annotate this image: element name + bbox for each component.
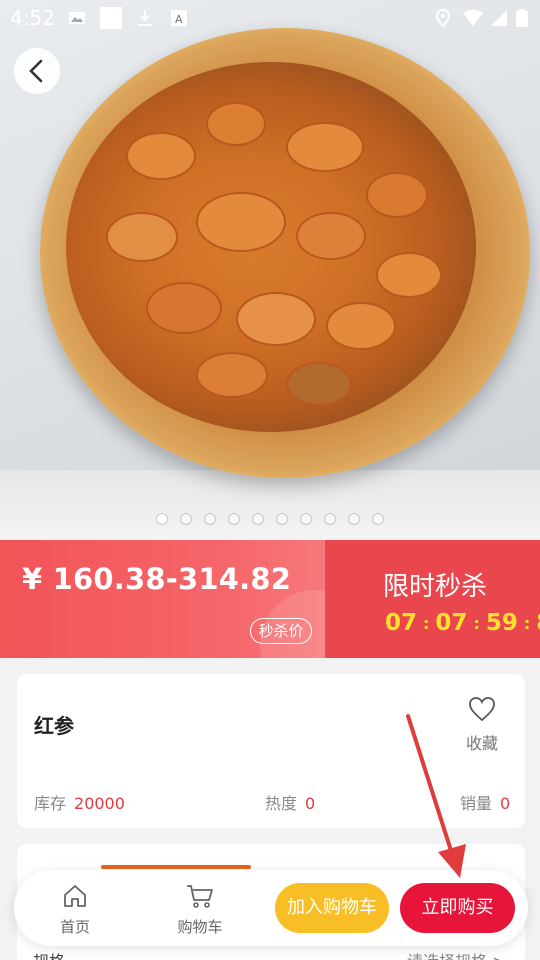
carousel-dot[interactable] [204, 513, 216, 525]
carousel-dot[interactable] [372, 513, 384, 525]
location-icon [435, 9, 451, 27]
bottom-action-bar: 首页 购物车 加入购物车 立即购买 [14, 870, 528, 946]
nav-home-label: 首页 [59, 918, 90, 936]
wifi-icon [463, 9, 483, 26]
countdown-seconds: 59 [485, 610, 518, 636]
carousel-dot[interactable] [348, 513, 360, 525]
image-icon [69, 12, 85, 24]
active-tab-indicator [101, 865, 251, 869]
favorite-button[interactable]: 收藏 [457, 696, 507, 754]
chevron-left-icon [29, 59, 43, 83]
ginseng-slices [66, 62, 476, 432]
status-time: 4:52 [10, 6, 55, 30]
nav-cart-label: 购物车 [177, 918, 223, 936]
countdown-minutes: 07 [435, 610, 468, 636]
carousel-dot[interactable] [276, 513, 288, 525]
carousel-dot[interactable] [156, 513, 168, 525]
countdown-tenths: 8 [536, 610, 540, 636]
carousel-dot[interactable] [252, 513, 264, 525]
countdown-hours: 07 [385, 610, 418, 636]
text-icon: A [171, 10, 187, 26]
table-surface [0, 470, 540, 540]
carousel-dot[interactable] [180, 513, 192, 525]
heart-icon [469, 697, 495, 722]
nav-cart[interactable]: 购物车 [165, 882, 235, 937]
app-icon [100, 7, 122, 29]
carousel-dot[interactable] [300, 513, 312, 525]
popularity-stat: 热度 0 [265, 794, 316, 813]
nav-home[interactable]: 首页 [40, 882, 110, 937]
spec-label: 规格 [33, 948, 65, 960]
countdown-timer: 07 : 07 : 59 : 8 [385, 610, 540, 636]
flash-sale-title: 限时秒杀 [383, 572, 488, 602]
home-icon [64, 885, 86, 907]
download-icon [138, 10, 152, 26]
signal-icon [491, 10, 507, 26]
product-image[interactable] [0, 0, 540, 540]
product-info-card: 红参 收藏 库存 20000 热度 0 销量 0 [17, 674, 525, 828]
back-button[interactable] [14, 48, 60, 94]
battery-icon [516, 9, 528, 27]
product-name: 红参 [34, 714, 74, 738]
spec-selector[interactable]: 请选择规格 > [407, 948, 506, 960]
carousel-dot[interactable] [228, 513, 240, 525]
flash-sale-panel: 限时秒杀 07 : 07 : 59 : 8 [325, 540, 540, 658]
price-range: ¥ 160.38-314.82 [22, 562, 292, 596]
sales-stat: 销量 0 [460, 794, 511, 813]
carousel-indicator [0, 513, 540, 525]
seckill-price-tag: 秒杀价 [250, 618, 312, 644]
add-to-cart-button[interactable]: 加入购物车 [275, 883, 389, 933]
svg-text:A: A [175, 13, 183, 26]
status-bar: 4:52 A [0, 0, 540, 36]
stock-stat: 库存 20000 [34, 794, 125, 813]
carousel-dot[interactable] [324, 513, 336, 525]
buy-now-button[interactable]: 立即购买 [400, 883, 515, 933]
favorite-label: 收藏 [465, 734, 498, 753]
cart-icon [187, 885, 213, 908]
